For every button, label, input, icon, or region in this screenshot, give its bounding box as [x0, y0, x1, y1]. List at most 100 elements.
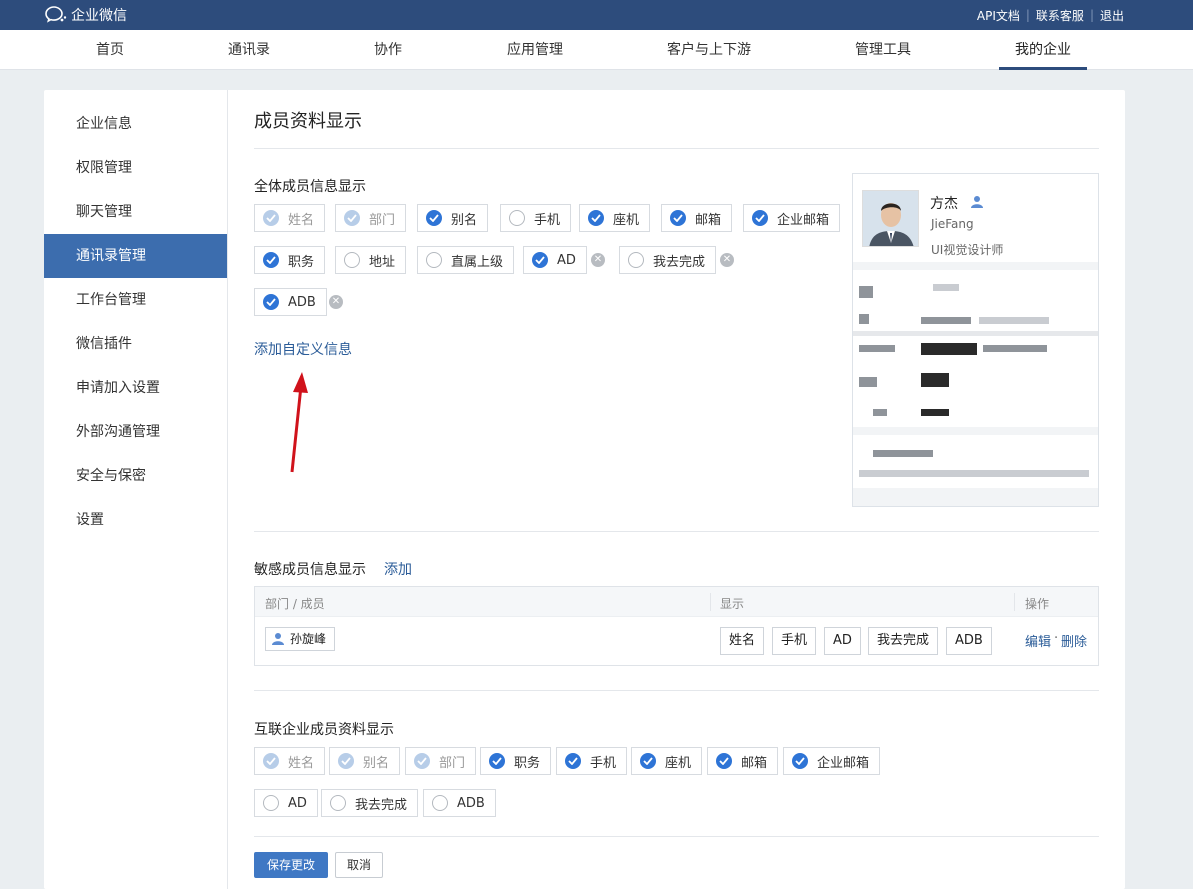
sidebar-item-join-settings[interactable]: 申请加入设置 — [44, 366, 227, 410]
nav-customers[interactable]: 客户与上下游 — [659, 30, 759, 70]
sidebar-item-external[interactable]: 外部沟通管理 — [44, 410, 227, 454]
user-icon — [971, 196, 983, 208]
field-label: 姓名 — [288, 755, 315, 771]
avatar — [862, 190, 919, 247]
sidebar-item-contacts[interactable]: 通讯录管理 — [44, 234, 227, 278]
field-label: 地址 — [369, 254, 396, 270]
field-alias-checkbox[interactable]: 别名 — [417, 204, 489, 232]
api-docs-link[interactable]: API文档 — [977, 7, 1020, 24]
check-icon — [640, 753, 656, 769]
nav-contacts[interactable]: 通讯录 — [218, 30, 280, 70]
preview-divider — [853, 262, 1098, 270]
member-tag[interactable]: 孙旋峰 — [265, 627, 336, 651]
sidebar-item-chat[interactable]: 聊天管理 — [44, 190, 227, 234]
field-enterprise-email-checkbox[interactable]: 企业邮箱 — [743, 204, 841, 232]
field-label: 部门 — [369, 212, 396, 228]
field-ad-checkbox[interactable]: AD — [523, 246, 587, 274]
ic-adb-checkbox[interactable]: ADB — [423, 789, 496, 817]
radio-icon — [426, 252, 442, 268]
remove-adb-icon[interactable]: ✕ — [329, 295, 343, 309]
radio-icon — [263, 795, 279, 811]
ic-position-checkbox[interactable]: 职务 — [480, 747, 552, 775]
field-label: 我去完成 — [355, 797, 408, 813]
field-label: 别名 — [363, 755, 390, 771]
sidebar-item-permissions[interactable]: 权限管理 — [44, 146, 227, 190]
content-card: 企业信息 权限管理 聊天管理 通讯录管理 工作台管理 微信插件 申请加入设置 外… — [44, 90, 1125, 889]
check-icon — [752, 210, 768, 226]
nav-collaboration[interactable]: 协作 — [364, 30, 412, 70]
logout-link[interactable]: 退出 — [1100, 7, 1124, 24]
check-icon — [263, 210, 279, 226]
sidebar-item-security[interactable]: 安全与保密 — [44, 454, 227, 498]
check-icon — [414, 753, 430, 769]
field-label: AD — [557, 252, 576, 268]
ic-ad-checkbox[interactable]: AD — [254, 789, 318, 817]
field-position-checkbox[interactable]: 职务 — [254, 246, 326, 274]
red-arrow-icon — [290, 372, 308, 473]
check-icon — [344, 210, 360, 226]
ic-custom-checkbox[interactable]: 我去完成 — [321, 789, 419, 817]
sidebar-item-wechat-plugin[interactable]: 微信插件 — [44, 322, 227, 366]
contact-support-link[interactable]: 联系客服 — [1036, 7, 1084, 24]
ic-mobile-checkbox[interactable]: 手机 — [556, 747, 628, 775]
field-landline-checkbox[interactable]: 座机 — [579, 204, 651, 232]
remove-ad-icon[interactable]: ✕ — [591, 253, 605, 267]
link-separator: · — [1054, 631, 1059, 646]
sidebar-item-enterprise-info[interactable]: 企业信息 — [44, 102, 227, 146]
nav-home[interactable]: 首页 — [86, 30, 134, 70]
app-name: 企业微信 — [71, 8, 127, 24]
divider — [254, 531, 1099, 532]
nav-management-tools[interactable]: 管理工具 — [845, 30, 921, 70]
field-supervisor-checkbox[interactable]: 直属上级 — [417, 246, 515, 274]
remove-custom-icon[interactable]: ✕ — [720, 253, 734, 267]
field-label: 座机 — [613, 212, 640, 228]
save-button[interactable]: 保存更改 — [254, 852, 328, 878]
wework-logo-icon — [45, 6, 67, 23]
preview-job-title: UI视觉设计师 — [931, 243, 1004, 257]
top-bar: 企业微信 API文档 | 联系客服 | 退出 — [0, 0, 1193, 30]
check-icon — [338, 753, 354, 769]
preview-header: 方杰 JieFang UI视觉设计师 — [853, 174, 1098, 262]
ic-name-checkbox: 姓名 — [254, 747, 326, 775]
separator: | — [1025, 8, 1030, 22]
check-icon — [716, 753, 732, 769]
add-sensitive-link[interactable]: 添加 — [384, 559, 412, 579]
field-mobile-checkbox[interactable]: 手机 — [500, 204, 572, 232]
all-members-title: 全体成员信息显示 — [254, 179, 366, 195]
ic-email-checkbox[interactable]: 邮箱 — [707, 747, 779, 775]
field-email-checkbox[interactable]: 邮箱 — [661, 204, 733, 232]
column-header: 部门 / 成员 — [265, 597, 325, 611]
field-custom-checkbox[interactable]: 我去完成 — [619, 246, 717, 274]
divider — [254, 148, 1099, 149]
check-icon — [532, 252, 548, 268]
ic-alias-checkbox: 别名 — [329, 747, 401, 775]
field-label: 部门 — [439, 755, 466, 771]
field-department-checkbox: 部门 — [335, 204, 407, 232]
delete-link[interactable]: 删除 — [1061, 631, 1087, 650]
sidebar: 企业信息 权限管理 聊天管理 通讯录管理 工作台管理 微信插件 申请加入设置 外… — [44, 90, 228, 889]
ic-enterprise-email-checkbox[interactable]: 企业邮箱 — [783, 747, 881, 775]
divider — [254, 836, 1099, 837]
ic-landline-checkbox[interactable]: 座机 — [631, 747, 703, 775]
nav-app-management[interactable]: 应用管理 — [497, 30, 573, 70]
separator: | — [1089, 8, 1094, 22]
sidebar-item-workbench[interactable]: 工作台管理 — [44, 278, 227, 322]
visible-field-tag: ADB — [946, 627, 992, 655]
field-label: 直属上级 — [451, 254, 504, 270]
field-address-checkbox[interactable]: 地址 — [335, 246, 407, 274]
add-custom-info-link[interactable]: 添加自定义信息 — [254, 339, 352, 359]
interconnect-title: 互联企业成员资料显示 — [254, 722, 394, 738]
check-icon — [426, 210, 442, 226]
edit-link[interactable]: 编辑 — [1025, 631, 1051, 650]
sensitive-title: 敏感成员信息显示 — [254, 562, 366, 578]
nav-my-enterprise[interactable]: 我的企业 — [999, 30, 1087, 70]
app-logo[interactable]: 企业微信 — [44, 5, 127, 25]
check-icon — [792, 753, 808, 769]
sidebar-item-settings[interactable]: 设置 — [44, 498, 227, 542]
field-label: ADB — [288, 294, 316, 310]
cancel-button[interactable]: 取消 — [335, 852, 383, 878]
visible-field-tag: 手机 — [772, 627, 817, 655]
field-adb-checkbox[interactable]: ADB — [254, 288, 327, 316]
visible-field-tag: 我去完成 — [868, 627, 939, 655]
field-label: 我去完成 — [653, 254, 706, 270]
